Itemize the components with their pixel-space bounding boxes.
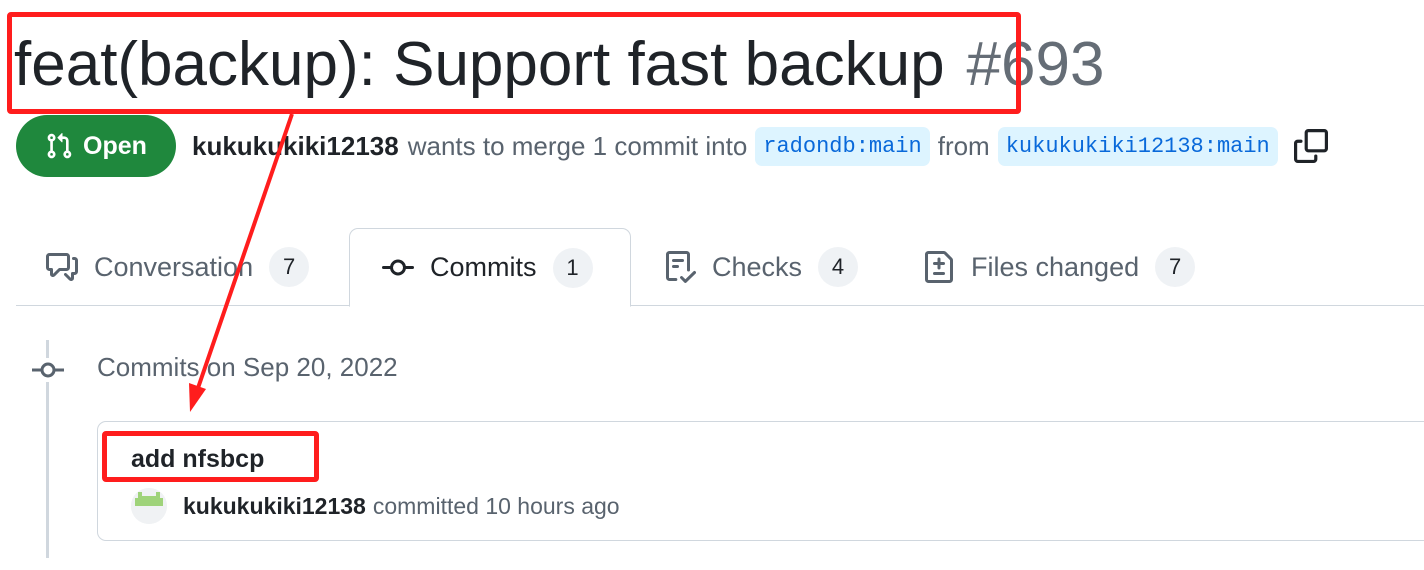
identicon-icon bbox=[131, 488, 167, 524]
tab-conversation-label: Conversation bbox=[94, 251, 254, 282]
tab-commits-label: Commits bbox=[430, 252, 537, 282]
commit-author-link[interactable]: kukukukiki12138 bbox=[183, 493, 366, 520]
pr-author-link[interactable]: kukukukiki12138 bbox=[192, 131, 399, 162]
pr-state-label: Open bbox=[83, 131, 147, 160]
head-branch[interactable]: kukukukiki12138:main bbox=[997, 126, 1278, 166]
tab-conversation-count: 7 bbox=[269, 247, 310, 287]
pr-meta: kukukukiki12138 wants to merge 1 commit … bbox=[192, 124, 1328, 168]
tab-files-changed[interactable]: Files changed 7 bbox=[923, 228, 1196, 306]
commit-meta: kukukukiki12138 committed 10 hours ago bbox=[131, 484, 620, 528]
from-text: from bbox=[937, 130, 990, 161]
tab-checks-count: 4 bbox=[818, 247, 859, 287]
annotation-box-title bbox=[7, 12, 1021, 114]
commits-date-heading: Commits on Sep 20, 2022 bbox=[97, 352, 398, 382]
file-diff-icon bbox=[925, 251, 953, 283]
checklist-icon bbox=[666, 251, 696, 283]
tab-files-changed-label: Files changed bbox=[971, 251, 1140, 282]
tab-files-changed-count: 7 bbox=[1155, 247, 1196, 287]
copy-icon[interactable] bbox=[1293, 129, 1328, 163]
tab-checks-label: Checks bbox=[712, 251, 803, 282]
git-commit-icon bbox=[382, 259, 414, 275]
merge-text: wants to merge 1 commit into bbox=[407, 130, 748, 161]
base-branch[interactable]: radondb:main bbox=[755, 126, 930, 166]
tab-commits[interactable]: Commits 1 bbox=[349, 228, 631, 307]
commit-time: committed 10 hours ago bbox=[372, 492, 620, 519]
tab-checks[interactable]: Checks 4 bbox=[664, 228, 859, 306]
annotation-box-commit bbox=[102, 431, 319, 482]
pr-state-badge: Open bbox=[16, 115, 176, 177]
tab-conversation[interactable]: Conversation 7 bbox=[46, 228, 310, 306]
git-pull-request-icon bbox=[47, 133, 72, 159]
comment-discussion-icon bbox=[46, 253, 78, 281]
git-commit-icon bbox=[31, 358, 65, 382]
avatar[interactable] bbox=[131, 488, 167, 524]
tab-commits-count: 1 bbox=[552, 247, 593, 288]
